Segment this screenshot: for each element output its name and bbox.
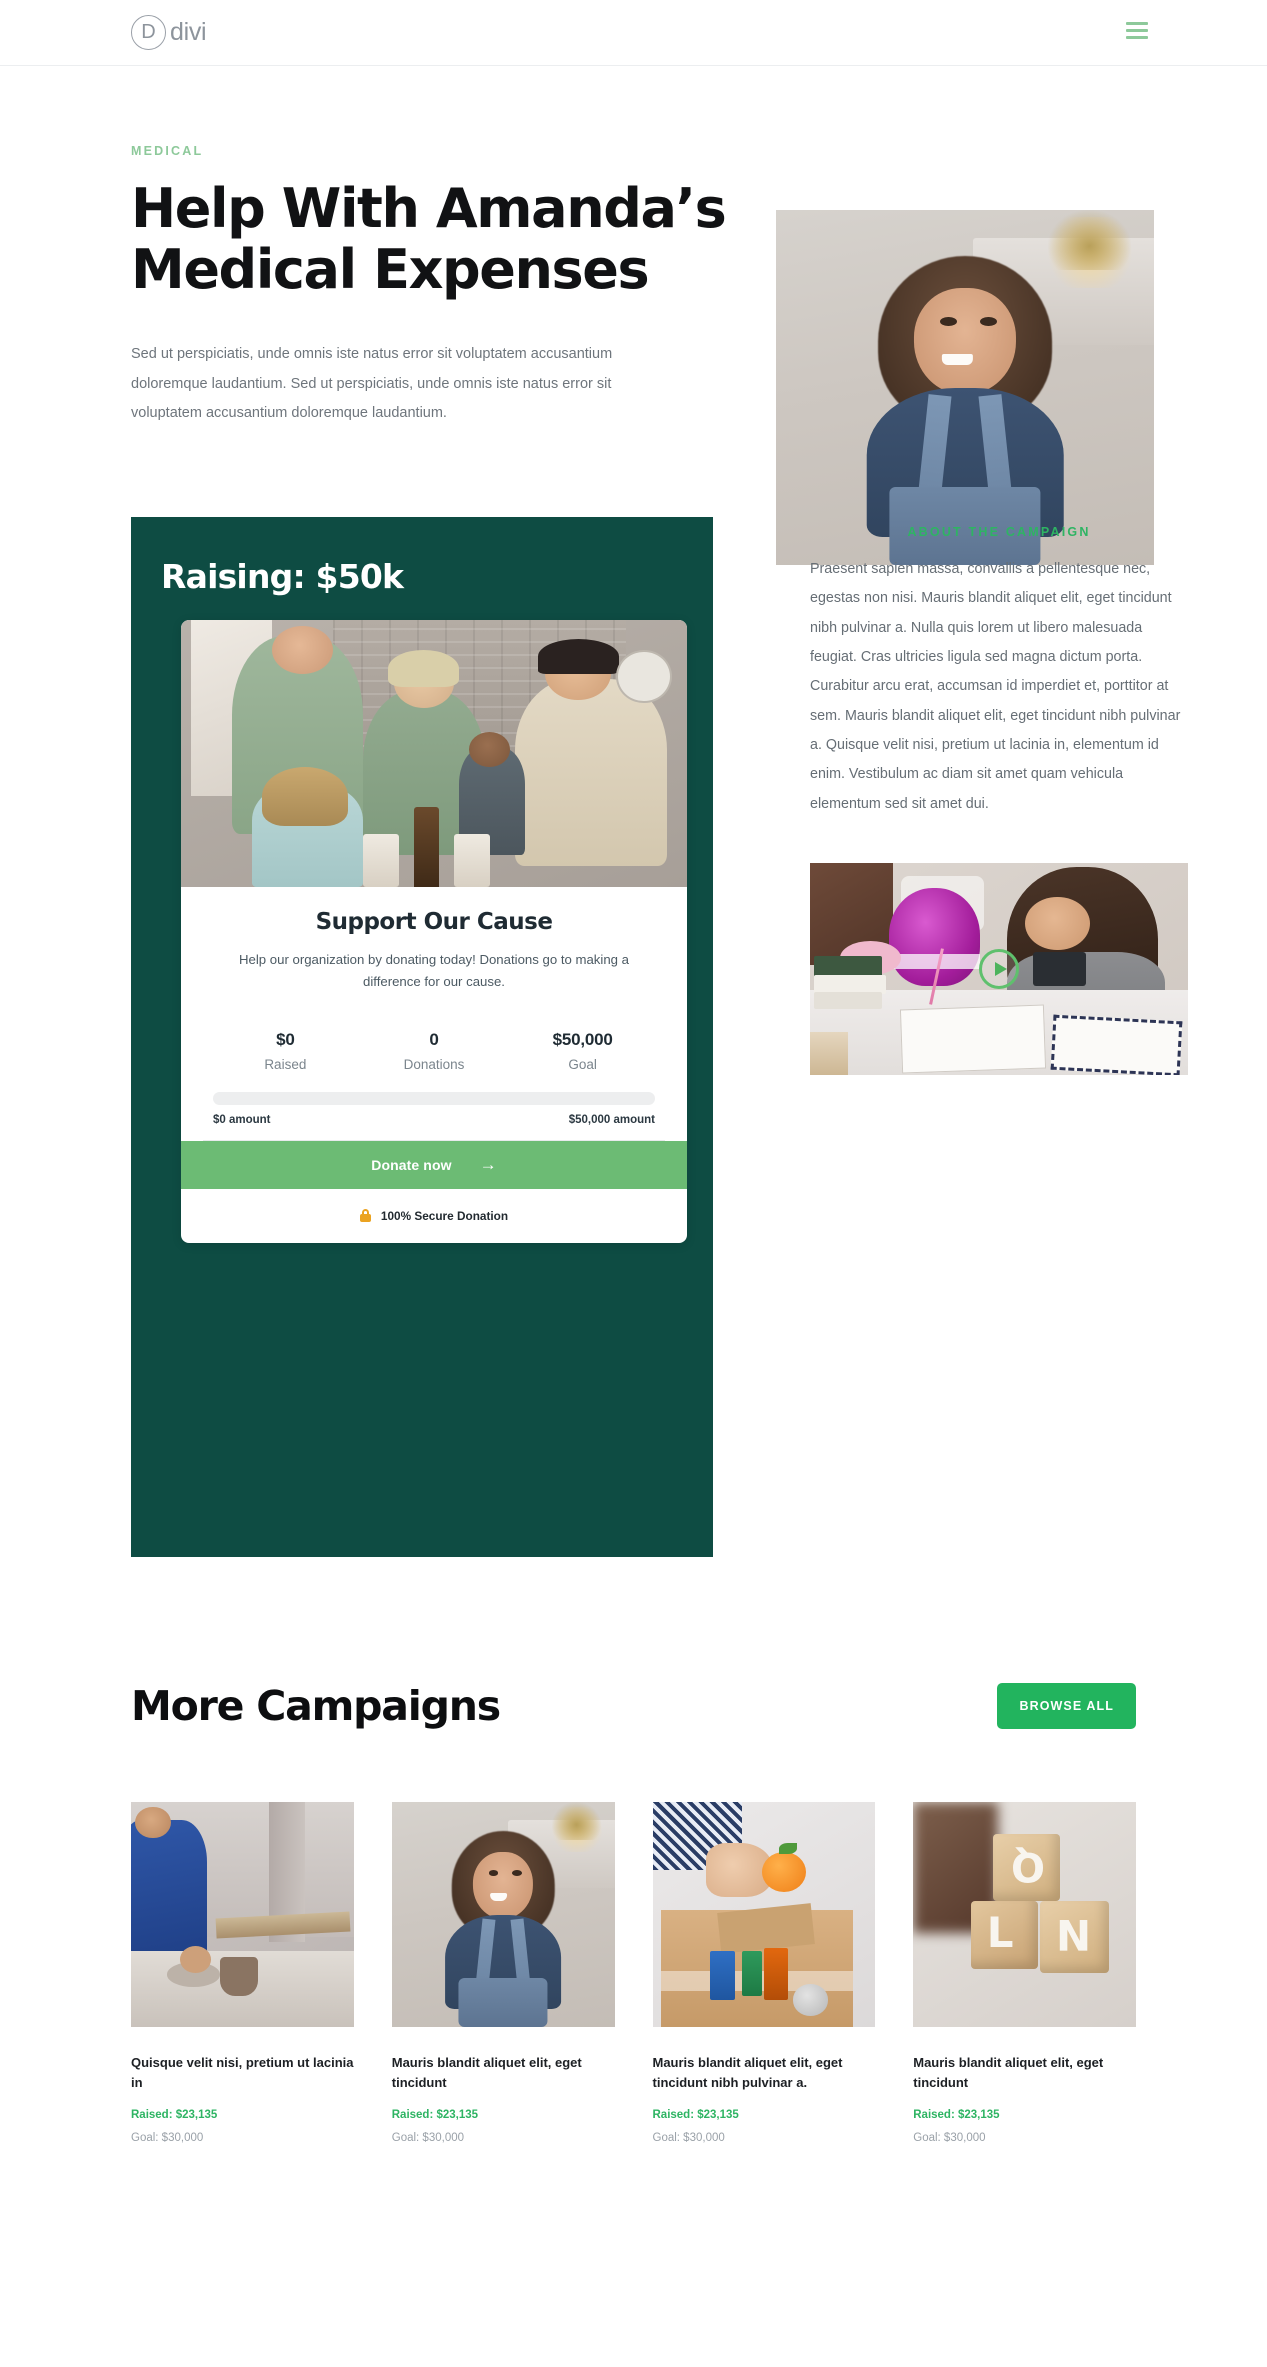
wooden-blocks-photo: QLN <box>913 1802 1136 2028</box>
donate-now-label: Donate now <box>371 1156 452 1173</box>
donate-now-button[interactable]: Donate now → <box>181 1140 687 1189</box>
campaign-card-goal: Goal: $30,000 <box>913 2131 986 2144</box>
hamburger-bar <box>1126 29 1148 32</box>
secure-donation-note: 100% Secure Donation <box>181 1189 687 1243</box>
stat-goal: $50,000 Goal <box>508 1030 657 1072</box>
child-portrait-photo <box>776 210 1154 565</box>
more-campaigns-section: More Campaigns BROWSE ALL Quisque velit … <box>0 1682 1267 2144</box>
campaign-video[interactable] <box>810 862 1188 1075</box>
stat-raised-label: Raised <box>264 1056 307 1072</box>
campaign-cards-grid: Quisque velit nisi, pretium ut lacinia i… <box>131 1802 1136 2144</box>
raising-panel: Raising: $50k Support Our Cause Help our… <box>131 517 713 1558</box>
campaign-card-title: Mauris blandit aliquet elit, eget tincid… <box>913 2055 1104 2090</box>
campaign-card-image <box>131 1802 354 2028</box>
more-campaigns-title: More Campaigns <box>131 1682 501 1731</box>
secure-donation-label: 100% Secure Donation <box>380 1208 509 1223</box>
site-header: D divi <box>0 0 1267 66</box>
raising-title: Raising: $50k <box>161 557 404 597</box>
campaign-card[interactable]: Mauris blandit aliquet elit, eget tincid… <box>652 1802 876 2144</box>
about-paragraph: Praesent sapien massa, convallis a pelle… <box>810 561 1181 812</box>
campaign-card-raised: Raised: $23,135 <box>913 2108 1000 2121</box>
campaign-section: Raising: $50k Support Our Cause Help our… <box>0 517 1267 1558</box>
food-donation-photo <box>652 1802 876 2028</box>
campaign-card[interactable]: QLN Mauris blandit aliquet elit, eget ti… <box>913 1802 1136 2144</box>
campaign-card-title: Mauris blandit aliquet elit, eget tincid… <box>652 2055 843 2090</box>
about-campaign-column: ABOUT THE CAMPAIGN Praesent sapien massa… <box>810 517 1188 1557</box>
brand-name: divi <box>170 18 207 46</box>
campaign-card-image: QLN <box>913 1802 1136 2028</box>
stat-donations-label: Donations <box>403 1056 465 1072</box>
campaign-card-image <box>391 1802 615 2028</box>
hero-image <box>776 210 1154 565</box>
lock-icon <box>359 1209 371 1223</box>
campaign-card-goal: Goal: $30,000 <box>652 2131 725 2144</box>
stat-raised-value: $0 <box>276 1029 295 1049</box>
hamburger-menu-icon[interactable] <box>1126 22 1148 39</box>
volunteers-photo <box>181 620 687 888</box>
child-portrait-photo <box>391 1802 615 2028</box>
donation-widget-body: Support Our Cause Help our organization … <box>181 887 687 1141</box>
progress-area: $0 amount $50,000 amount <box>203 1091 665 1126</box>
hero-eyebrow: MEDICAL <box>131 144 204 158</box>
campaign-card-goal: Goal: $30,000 <box>391 2131 465 2144</box>
hero-paragraph: Sed ut perspiciatis, unde omnis iste nat… <box>131 346 613 422</box>
campaign-card-raised: Raised: $23,135 <box>391 2108 479 2121</box>
hero-section: MEDICAL Help With Amanda’s Medical Expen… <box>0 66 1267 565</box>
campaign-card[interactable]: Mauris blandit aliquet elit, eget tincid… <box>391 1802 615 2144</box>
campaign-card-title: Quisque velit nisi, pretium ut lacinia i… <box>131 2055 354 2090</box>
page-title: Help With Amanda’s Medical Expenses <box>131 177 727 302</box>
campaign-card-image <box>652 1802 876 2028</box>
progress-min-label: $0 amount <box>213 1113 271 1126</box>
stat-goal-value: $50,000 <box>552 1029 613 1049</box>
campaign-card-raised: Raised: $23,135 <box>652 2108 739 2121</box>
stat-donations-value: 0 <box>429 1029 439 1049</box>
more-campaigns-header: More Campaigns BROWSE ALL <box>131 1682 1136 1730</box>
hero-text-column: MEDICAL Help With Amanda’s Medical Expen… <box>131 144 771 429</box>
browse-all-button[interactable]: BROWSE ALL <box>997 1683 1136 1730</box>
campaign-card-goal: Goal: $30,000 <box>131 2131 204 2144</box>
donation-stats: $0 Raised 0 Donations $50,000 Goal <box>203 1030 665 1072</box>
hamburger-bar <box>1126 22 1148 25</box>
divi-circle-icon: D <box>131 15 166 50</box>
donation-subtitle: Help our organization by donating today!… <box>238 952 630 989</box>
campaign-card-title: Mauris blandit aliquet elit, eget tincid… <box>391 2055 582 2090</box>
campaign-card-raised: Raised: $23,135 <box>131 2108 218 2121</box>
progress-labels: $0 amount $50,000 amount <box>213 1114 655 1126</box>
about-eyebrow: ABOUT THE CAMPAIGN <box>907 525 1091 540</box>
donation-widget: Support Our Cause Help our organization … <box>181 620 687 1243</box>
potter-photo <box>131 1802 354 2028</box>
hamburger-bar <box>1126 36 1148 39</box>
donation-widget-image <box>181 620 687 888</box>
stat-goal-label: Goal <box>568 1056 597 1072</box>
progress-max-label: $50,000 amount <box>568 1113 655 1126</box>
brand-logo[interactable]: D divi <box>131 15 207 50</box>
stat-raised: $0 Raised <box>211 1030 360 1072</box>
campaign-card[interactable]: Quisque velit nisi, pretium ut lacinia i… <box>131 1802 354 2144</box>
progress-bar <box>213 1091 655 1105</box>
arrow-right-icon: → <box>479 1155 497 1175</box>
stat-donations: 0 Donations <box>360 1030 509 1072</box>
play-icon[interactable] <box>979 948 1019 989</box>
donation-title: Support Our Cause <box>315 909 553 936</box>
